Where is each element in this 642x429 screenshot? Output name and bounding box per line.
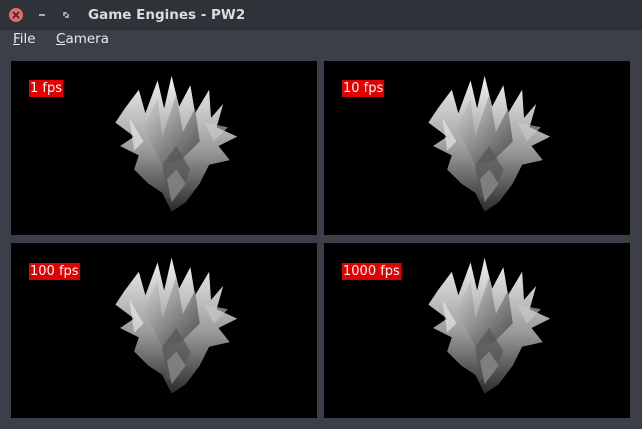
- menu-camera[interactable]: Camera: [56, 31, 109, 47]
- close-icon: [12, 11, 20, 19]
- menu-bar: File Camera: [0, 30, 642, 51]
- viewport-3[interactable]: 100 fps: [11, 243, 317, 418]
- fps-label: 100 fps: [29, 263, 80, 280]
- minimize-window-button[interactable]: [35, 8, 49, 22]
- terrain-render: [414, 253, 574, 403]
- viewport-4[interactable]: 1000 fps: [324, 243, 630, 418]
- terrain-render: [101, 71, 261, 221]
- menu-file[interactable]: File: [13, 31, 36, 47]
- fps-label: 10 fps: [342, 80, 385, 97]
- minimize-icon: [39, 14, 45, 16]
- terrain-render: [414, 71, 574, 221]
- window-title: Game Engines - PW2: [88, 7, 246, 23]
- maximize-window-button[interactable]: [59, 8, 73, 22]
- close-window-button[interactable]: [9, 8, 23, 22]
- title-bar: Game Engines - PW2: [0, 0, 642, 30]
- terrain-render: [101, 253, 261, 403]
- viewport-1[interactable]: 1 fps: [11, 61, 317, 235]
- fps-label: 1 fps: [29, 80, 64, 97]
- viewport-2[interactable]: 10 fps: [324, 61, 630, 235]
- maximize-icon: [63, 12, 69, 18]
- fps-label: 1000 fps: [342, 263, 401, 280]
